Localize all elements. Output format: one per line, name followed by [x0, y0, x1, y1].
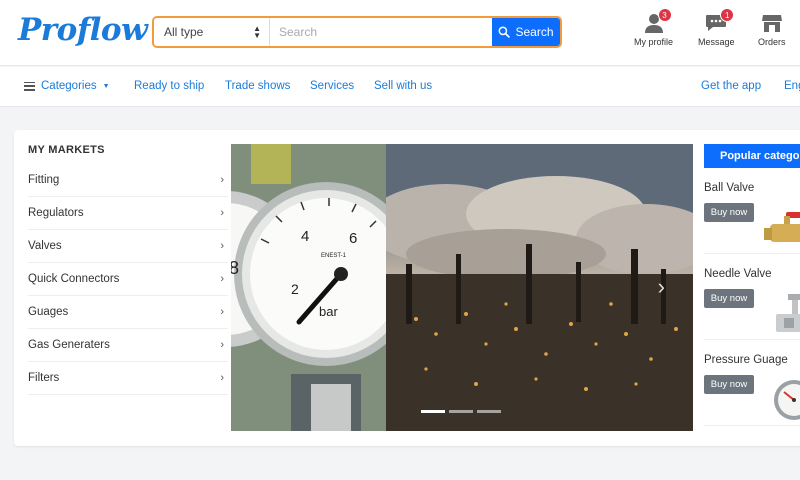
profile-badge: 3 — [657, 8, 672, 22]
gauge-label-4: 4 — [301, 228, 309, 245]
ball-valve-image — [764, 212, 800, 242]
message-label: Message — [698, 37, 735, 47]
search-icon — [499, 26, 511, 38]
categories-label: Categories — [41, 80, 97, 92]
market-item-label: Gas Generaters — [28, 339, 110, 351]
nav-ready-to-ship[interactable]: Ready to ship — [134, 80, 204, 92]
chevron-right-icon: › — [220, 174, 224, 186]
type-select[interactable]: All type ▲ ▼ — [154, 18, 270, 46]
nav-sell-with-us[interactable]: Sell with us — [374, 80, 432, 92]
chevron-right-icon: › — [220, 372, 224, 384]
buy-now-button[interactable]: Buy now — [704, 289, 754, 308]
popular-item-pressure-guage[interactable]: Pressure Guage Buy now — [704, 340, 800, 426]
market-item-label: Valves — [28, 240, 62, 252]
pressure-gauge-image: 4 6 ENEST-1 8 2 bar — [231, 144, 418, 431]
chevron-right-icon: › — [220, 273, 224, 285]
search-bar: All type ▲ ▼ Search — [152, 16, 562, 48]
chevron-right-icon: › — [220, 306, 224, 318]
refinery-image — [386, 144, 693, 431]
chevron-right-icon: › — [220, 339, 224, 351]
market-item-label: Guages — [28, 306, 69, 318]
hero-card: MY MARKETS Fitting › Regulators › Valves › … — [14, 130, 800, 446]
market-item-quick-connectors[interactable]: Quick Connectors › — [28, 263, 228, 296]
carousel-indicator-1[interactable] — [421, 410, 445, 413]
orders-label: Orders — [758, 37, 786, 47]
nav-get-the-app[interactable]: Get the app — [701, 80, 761, 92]
market-item-fitting[interactable]: Fitting › — [28, 164, 228, 197]
needle-valve-image — [776, 294, 800, 332]
menu-icon — [24, 81, 35, 91]
market-item-label: Quick Connectors — [28, 273, 120, 285]
buy-now-button[interactable]: Buy now — [704, 375, 754, 394]
market-item-label: Fitting — [28, 174, 60, 186]
market-item-label: Filters — [28, 372, 60, 384]
market-item-label: Regulators — [28, 207, 84, 219]
select-arrows-icon: ▲ ▼ — [253, 24, 261, 40]
my-profile-label: My profile — [634, 37, 674, 47]
carousel-indicator-2[interactable] — [449, 410, 473, 413]
market-item-filters[interactable]: Filters › — [28, 362, 228, 395]
gauge-label-2: 2 — [291, 281, 299, 297]
nav-services[interactable]: Services — [310, 80, 354, 92]
pressure-gauge-product-image — [774, 380, 800, 420]
popular-item-ball-valve[interactable]: Ball Valve Buy now — [704, 168, 800, 254]
market-item-guages[interactable]: Guages › — [28, 296, 228, 329]
caret-down-icon: ▼ — [102, 82, 110, 90]
carousel-indicators — [421, 410, 501, 413]
search-button[interactable]: Search — [492, 18, 560, 46]
gauge-illustration: 4 6 ENEST-1 8 2 bar — [231, 144, 418, 431]
main-nav: Categories ▼ Ready to ship Trade shows S… — [0, 67, 800, 107]
gauge-label-8: 8 — [231, 258, 239, 278]
popular-category: Popular category Ball Valve Buy now Need… — [704, 144, 800, 426]
popular-item-name: Needle Valve — [704, 268, 772, 280]
chevron-right-icon[interactable]: › — [658, 274, 665, 300]
refinery-illustration — [386, 144, 693, 431]
chevron-right-icon: › — [220, 240, 224, 252]
gauge-label-6: 6 — [349, 230, 357, 247]
my-profile-link[interactable]: 3 My profile — [634, 8, 674, 47]
carousel-indicator-3[interactable] — [477, 410, 501, 413]
gauge-brand: ENEST-1 — [321, 253, 347, 259]
market-item-gas-generaters[interactable]: Gas Generaters › — [28, 329, 228, 362]
buy-now-button[interactable]: Buy now — [704, 203, 754, 222]
message-link[interactable]: 1 Message — [698, 8, 735, 47]
hero-carousel[interactable]: 4 6 ENEST-1 8 2 bar › — [231, 144, 693, 431]
popular-category-title: Popular category — [704, 144, 800, 168]
orders-link[interactable]: Orders — [758, 12, 786, 47]
chevron-right-icon: › — [220, 207, 224, 219]
search-button-label: Search — [515, 25, 554, 39]
store-icon — [761, 15, 782, 32]
message-badge: 1 — [720, 8, 735, 22]
nav-language[interactable]: English — [784, 80, 800, 92]
nav-trade-shows[interactable]: Trade shows — [225, 80, 290, 92]
categories-dropdown[interactable]: Categories ▼ — [24, 80, 110, 92]
popular-item-name: Pressure Guage — [704, 354, 788, 366]
gauge-unit: bar — [319, 304, 338, 319]
site-header: Proflow All type ▲▼ Search 3 My profile … — [0, 0, 800, 66]
my-markets: MY MARKETS Fitting › Regulators › Valves › … — [28, 144, 228, 395]
type-select-value: All type — [164, 25, 204, 39]
popular-item-needle-valve[interactable]: Needle Valve Buy now — [704, 254, 800, 340]
search-input[interactable] — [270, 18, 492, 46]
popular-item-name: Ball Valve — [704, 182, 755, 194]
market-item-valves[interactable]: Valves › — [28, 230, 228, 263]
market-item-regulators[interactable]: Regulators › — [28, 197, 228, 230]
my-markets-title: MY MARKETS — [28, 144, 105, 156]
logo[interactable]: Proflow — [18, 12, 148, 48]
